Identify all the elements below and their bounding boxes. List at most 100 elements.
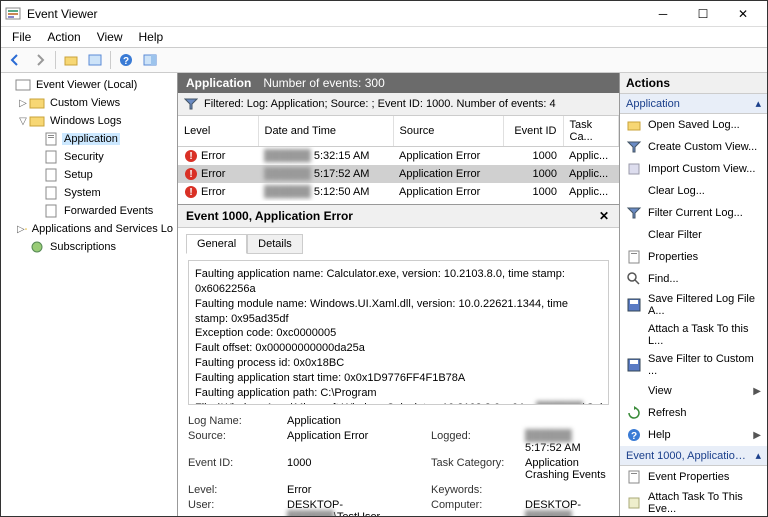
v-logname: Application	[287, 415, 427, 427]
action-label: Event Properties	[648, 471, 729, 483]
col-date[interactable]: Date and Time	[258, 116, 393, 147]
action-save-filtered-log-file-a[interactable]: Save Filtered Log File A...	[620, 290, 767, 320]
event-count: Number of events: 300	[263, 76, 384, 90]
action-label: Save Filtered Log File A...	[648, 293, 761, 317]
action-import-custom-view[interactable]: Import Custom View...	[620, 158, 767, 180]
toolbar-separator	[55, 51, 56, 69]
action-label: Filter Current Log...	[648, 207, 743, 219]
tree-root[interactable]: Event Viewer (Local)	[3, 76, 175, 94]
k-eventid: Event ID:	[188, 457, 283, 481]
filter-icon	[184, 97, 198, 111]
table-row[interactable]: !Error██████ 5:17:52 AMApplication Error…	[178, 165, 619, 183]
panel-icon	[143, 53, 157, 67]
menu-action[interactable]: Action	[40, 28, 87, 46]
k-level: Level:	[188, 484, 283, 496]
action-label: Import Custom View...	[648, 163, 755, 175]
center-title: Application	[186, 76, 251, 90]
help-button[interactable]: ?	[115, 49, 137, 71]
save-icon	[626, 297, 642, 313]
v-level: Error	[287, 484, 427, 496]
table-row[interactable]: !Error██████ 5:32:15 AMApplication Error…	[178, 147, 619, 166]
action-clear-filter[interactable]: Clear Filter	[620, 224, 767, 246]
minimize-button[interactable]: ─	[643, 3, 683, 25]
k-keywords: Keywords:	[431, 484, 521, 496]
action-attach-a-task-to-this-l[interactable]: Attach a Task To this L...	[620, 320, 767, 350]
tree-application[interactable]: Application	[3, 130, 175, 148]
filter-icon	[626, 205, 642, 221]
menu-file[interactable]: File	[5, 28, 38, 46]
action-pane-button[interactable]	[139, 49, 161, 71]
save-icon	[626, 357, 642, 373]
table-row[interactable]: !Error██████ 5:12:50 AMApplication Error…	[178, 183, 619, 201]
collapse-icon: ▴	[755, 449, 761, 462]
tree-custom-views[interactable]: ▷Custom Views	[3, 94, 175, 112]
action-label: Clear Log...	[648, 185, 705, 197]
menu-view[interactable]: View	[90, 28, 130, 46]
action-properties[interactable]: Properties	[620, 246, 767, 268]
action-find[interactable]: Find...	[620, 268, 767, 290]
log-icon	[43, 131, 59, 147]
action-label: Find...	[648, 273, 679, 285]
action-save-filter-to-custom[interactable]: Save Filter to Custom ...	[620, 350, 767, 380]
event-table: Level Date and Time Source Event ID Task…	[178, 116, 619, 204]
actions-section-application[interactable]: Application▴	[620, 94, 767, 114]
actions-section-event[interactable]: Event 1000, Application Error▴	[620, 446, 767, 466]
menu-bar: File Action View Help	[1, 27, 767, 47]
col-level[interactable]: Level	[178, 116, 258, 147]
close-button[interactable]: ✕	[723, 3, 763, 25]
action-open-saved-log[interactable]: Open Saved Log...	[620, 114, 767, 136]
folder-icon	[64, 53, 78, 67]
toolbar: ?	[1, 47, 767, 73]
svg-text:!: !	[189, 187, 192, 198]
detail-title: Event 1000, Application Error	[186, 209, 353, 223]
col-eventid[interactable]: Event ID	[503, 116, 563, 147]
tree-system[interactable]: System	[3, 184, 175, 202]
svg-text:!: !	[189, 169, 192, 180]
chevron-right-icon: ▶	[753, 386, 761, 397]
action-clear-log[interactable]: Clear Log...	[620, 180, 767, 202]
detail-close-button[interactable]: ✕	[597, 209, 611, 223]
action-label: Attach Task To This Eve...	[648, 491, 761, 515]
log-icon	[43, 149, 59, 165]
tree-windows-logs[interactable]: ▽Windows Logs	[3, 112, 175, 130]
tree-forwarded[interactable]: Forwarded Events	[3, 202, 175, 220]
help-icon: ?	[119, 53, 133, 67]
menu-help[interactable]: Help	[132, 28, 171, 46]
toolbar-separator	[110, 51, 111, 69]
actions-header: Actions	[620, 73, 767, 94]
tree-apps-services[interactable]: ▷Applications and Services Lo	[3, 220, 175, 238]
folder-icon	[29, 113, 45, 129]
window-titlebar: Event Viewer ─ ☐ ✕	[1, 1, 767, 27]
action-event-properties[interactable]: Event Properties	[620, 466, 767, 488]
tree-security[interactable]: Security	[3, 148, 175, 166]
action-attach-task-to-this-eve[interactable]: Attach Task To This Eve...	[620, 488, 767, 516]
col-task[interactable]: Task Ca...	[563, 116, 619, 147]
maximize-button[interactable]: ☐	[683, 3, 723, 25]
k-computer: Computer:	[431, 499, 521, 516]
actions-panel: Actions Application▴ Open Saved Log... Cr…	[620, 73, 767, 516]
action-create-custom-view[interactable]: Create Custom View...	[620, 136, 767, 158]
back-button[interactable]	[5, 49, 27, 71]
detail-text[interactable]: Faulting application name: Calculator.ex…	[188, 260, 609, 405]
tab-general[interactable]: General	[186, 234, 247, 254]
col-source[interactable]: Source	[393, 116, 503, 147]
show-hide-tree-button[interactable]	[60, 49, 82, 71]
action-label: Create Custom View...	[648, 141, 757, 153]
svg-text:!: !	[189, 151, 192, 162]
forward-button[interactable]	[29, 49, 51, 71]
tree-setup[interactable]: Setup	[3, 166, 175, 184]
filter-icon	[626, 139, 642, 155]
folder-icon	[25, 221, 27, 237]
action-view[interactable]: View▶	[620, 380, 767, 402]
eventviewer-icon	[15, 77, 31, 93]
action-filter-current-log[interactable]: Filter Current Log...	[620, 202, 767, 224]
action-refresh[interactable]: Refresh	[620, 402, 767, 424]
action-help[interactable]: ?Help▶	[620, 424, 767, 446]
v-computer: DESKTOP-██████	[525, 499, 609, 516]
find-icon	[626, 271, 642, 287]
properties-button[interactable]	[84, 49, 106, 71]
import-icon	[626, 161, 642, 177]
action-label: Clear Filter	[648, 229, 702, 241]
tree-subscriptions[interactable]: Subscriptions	[3, 238, 175, 256]
tab-details[interactable]: Details	[247, 234, 303, 254]
